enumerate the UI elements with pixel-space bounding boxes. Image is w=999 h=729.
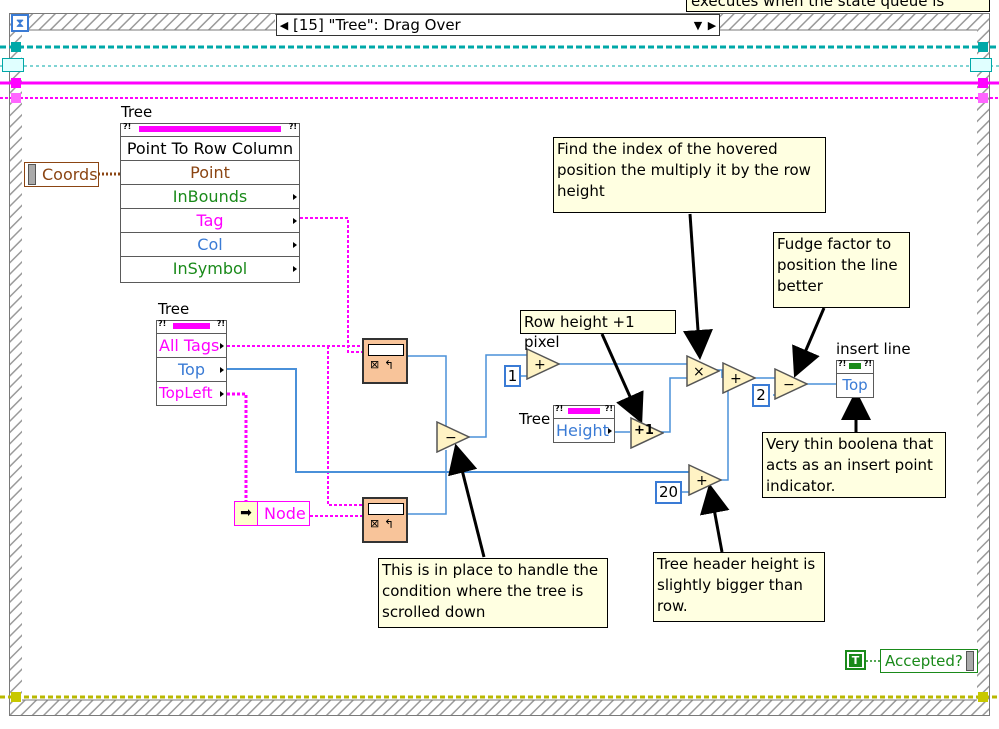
constant-one[interactable]: 1 [504,365,521,387]
tunnel-left-cyan-small [2,58,24,72]
tree-height-row: Height [554,419,614,443]
case-selector-label: [15] "Tree": Drag Over [293,16,461,34]
case-selector[interactable]: ◀ [15] "Tree": Drag Over ▼ ▶ [276,14,720,36]
tunnel-right-pink [978,78,988,88]
svg-text:−: − [783,377,795,393]
constant-two[interactable]: 2 [752,384,770,407]
tree-invoke-row-tag: Tag [121,209,299,233]
insert-line-label: insert line [836,340,911,358]
tree-invoke-row-inbounds: InBounds [121,185,299,209]
coords-handle-icon [28,164,36,185]
tree-prop-row-topleft: TopLeft [157,382,226,406]
tree-invoke-row-point: Point [121,161,299,185]
tree-height-property-node[interactable]: ?! ?! Height [553,404,615,443]
node-enum-constant[interactable]: ➡ Node [234,501,310,526]
multiply-primitive[interactable]: × [686,355,720,387]
insert-line-property-node[interactable]: ?! ?! Top [836,359,874,398]
add-primitive-1[interactable]: + [526,348,560,380]
coords-label: Coords [42,165,98,184]
state-queue-comment-text: executes when the state queue is empty [691,0,945,10]
tree-search-icon-lower [368,503,404,515]
svg-text:×: × [693,364,705,380]
tree-property-node-2-header: ?! ?! [157,319,226,334]
tunnel-right-yellow [978,692,988,702]
tunnel-right-cyan-small [970,58,992,72]
svg-text:+: + [696,473,708,489]
tunnel-left-pink [11,78,21,88]
insert-line-node-header: ?! ?! [837,359,873,374]
tree-search-icon-upper [368,344,404,356]
svg-text:+: + [534,357,546,373]
true-constant-label: T [848,653,863,667]
case-decrement-icon[interactable]: ◀ [277,19,291,32]
subtract-primitive-2[interactable]: − [774,368,808,400]
add-primitive-2[interactable]: + [722,362,756,394]
increment-label: +1 [634,423,654,438]
tree-prop-row-top: Top [157,358,226,382]
case-dropdown-icon[interactable]: ▼ [691,19,705,32]
accepted-label: Accepted? [885,652,963,670]
tunnel-left-pink-2 [11,93,21,103]
tunnel-right-pink-2 [978,93,988,103]
tunnel-right-cyan [978,42,988,52]
hourglass-icon: ⧗ [11,14,29,32]
tunnel-left-cyan [11,42,21,52]
tree-invoke-row-col: Col [121,233,299,257]
tunnel-left-yellow [11,692,21,702]
tree-invoke-row-insymbol: InSymbol [121,257,299,281]
tree-property-node-2[interactable]: ?! ?! All Tags Top TopLeft [156,319,227,406]
true-constant[interactable]: T [845,650,866,670]
comment-fudge-factor: Fudge factor to position the line better [773,232,910,308]
insert-line-top-row: Top [842,376,868,394]
svg-text:+: + [730,371,742,387]
tag-to-index-subvi-lower[interactable]: ⊠ ↰ [362,497,408,543]
tree-invoke-node[interactable]: ?! ?! Point To Row Column Point InBounds… [120,122,300,283]
tree-prop-row-alltags: All Tags [157,334,226,358]
comment-scrolled: This is in place to handle the condition… [378,558,608,628]
state-queue-comment: executes when the state queue is empty [686,0,990,12]
comment-thin-boolean: Very thin boolena that acts as an insert… [762,432,946,498]
tree-height-node-header: ?! ?! [554,404,614,419]
node-arrow-icon: ➡ [235,502,258,525]
comment-row-height: Row height +1 pixel [520,310,676,351]
comment-find-index: Find the index of the hovered position t… [553,137,826,213]
tree-node-1-label: Tree [121,103,153,121]
accepted-indicator[interactable]: Accepted? [880,649,978,673]
tree-node-2-label: Tree [158,300,190,318]
constant-twenty[interactable]: 20 [655,481,682,504]
tag-to-index-subvi-upper[interactable]: ⊠ ↰ [362,338,408,384]
tree-node-3-label: Tree [519,410,551,428]
accepted-handle-icon [966,651,974,671]
subtract-primitive-1[interactable]: − [436,421,470,453]
svg-text:−: − [445,430,457,446]
tree-invoke-method: Point To Row Column [121,137,299,161]
case-increment-icon[interactable]: ▶ [705,19,719,32]
comment-header-height: Tree header height is slightly bigger th… [653,552,825,622]
node-constant-label: Node [264,504,306,523]
tree-invoke-node-header: ?! ?! [121,122,299,137]
coords-event-data[interactable]: Coords [24,162,99,187]
add-primitive-3[interactable]: + [688,464,722,496]
